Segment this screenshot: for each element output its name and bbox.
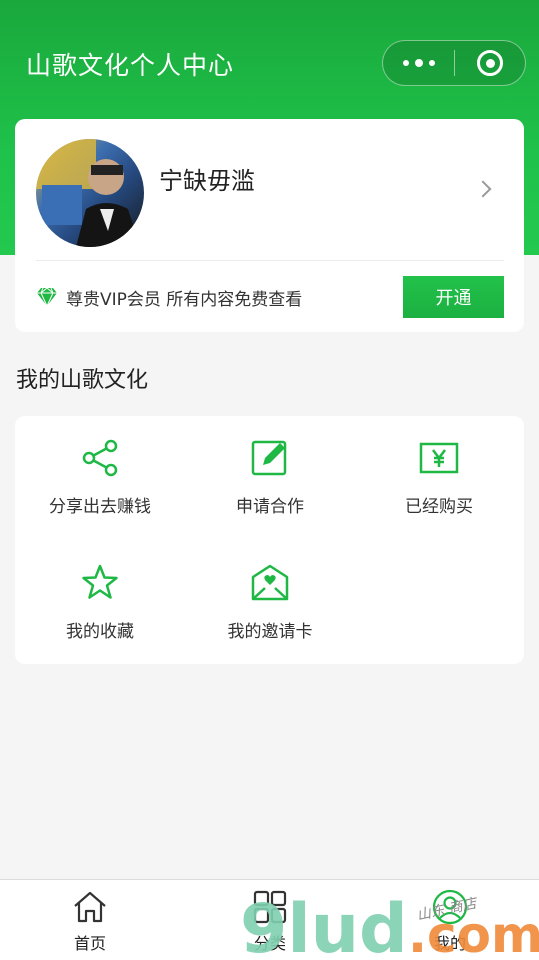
feature-grid: 分享出去赚钱 申请合作 已经购买 我的收藏 我的邀请卡 (15, 416, 524, 664)
grid-item-favorites[interactable]: 我的收藏 (15, 541, 185, 651)
yen-ticket-icon (419, 442, 459, 474)
grid-item-invite-card[interactable]: 我的邀请卡 (185, 541, 355, 651)
tab-label: 我的 (433, 934, 466, 953)
chevron-right-icon[interactable] (474, 180, 492, 198)
invite-card-icon (251, 564, 289, 601)
tab-label: 首页 (73, 934, 106, 953)
more-button[interactable] (383, 41, 454, 85)
avatar[interactable] (36, 139, 144, 247)
grid-item-cooperate[interactable]: 申请合作 (185, 416, 355, 526)
divider (36, 260, 504, 261)
star-icon (82, 564, 118, 599)
mini-program-capsule (382, 40, 526, 86)
grid-label: 已经购买 (405, 497, 473, 517)
tab-category[interactable]: 分类 (180, 880, 360, 960)
user-icon (432, 889, 468, 925)
page-title: 山歌文化个人中心 (26, 51, 235, 80)
diamond-icon (37, 287, 57, 307)
grid-label: 我的收藏 (66, 622, 134, 642)
grid-label: 分享出去赚钱 (49, 497, 151, 517)
profile-card: 宁缺毋滥 尊贵VIP会员 所有内容免费查看 开通 (15, 119, 524, 332)
tab-mine[interactable]: 我的 (360, 880, 539, 960)
tab-home[interactable]: 首页 (0, 880, 180, 960)
share-icon (82, 439, 118, 477)
close-button[interactable] (455, 41, 525, 85)
vip-description: 尊贵VIP会员 所有内容免费查看 (66, 289, 303, 310)
tab-bar: 首页 分类 我的 (0, 879, 539, 960)
grid-item-share[interactable]: 分享出去赚钱 (15, 416, 185, 526)
close-target-icon (477, 50, 503, 76)
open-vip-button[interactable]: 开通 (403, 276, 504, 318)
section-title: 我的山歌文化 (16, 368, 149, 393)
grid-label: 申请合作 (236, 497, 304, 517)
grid-label: 我的邀请卡 (227, 622, 313, 642)
nav-bar: 山歌文化个人中心 (0, 0, 539, 118)
tab-label: 分类 (253, 934, 286, 953)
more-icon (402, 60, 409, 66)
home-icon (74, 891, 106, 923)
grid-icon (253, 890, 287, 924)
edit-icon (251, 440, 287, 476)
grid-item-purchased[interactable]: 已经购买 (354, 416, 524, 526)
username[interactable]: 宁缺毋滥 (159, 161, 255, 196)
